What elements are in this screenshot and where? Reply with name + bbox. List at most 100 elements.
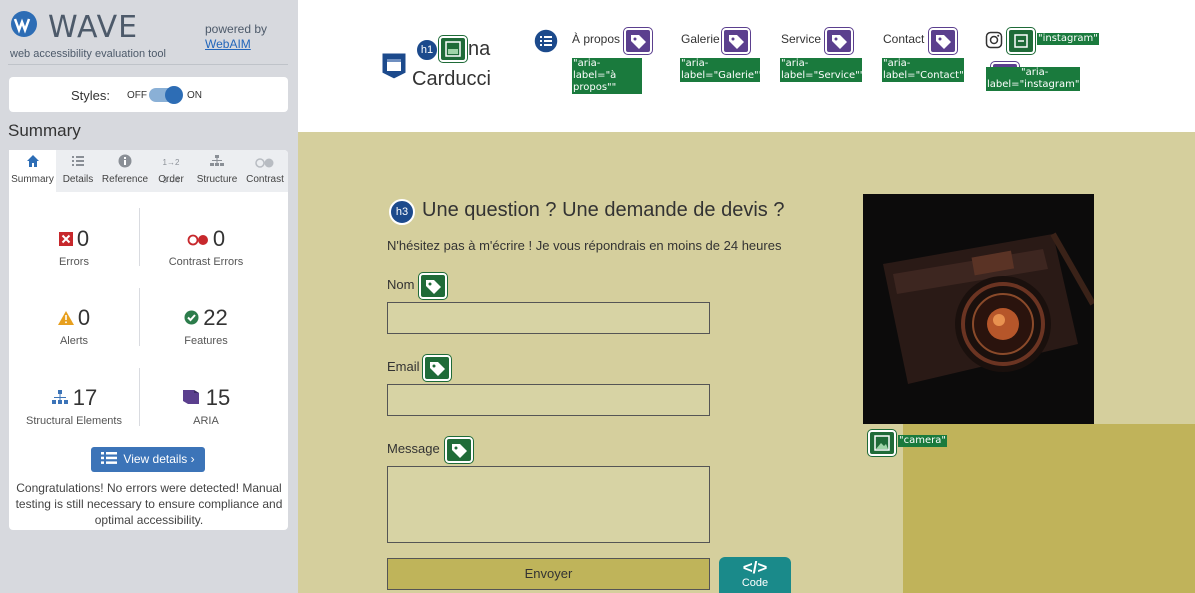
instagram-alt-text: "instagram"	[1037, 33, 1099, 45]
nom-input[interactable]	[387, 302, 710, 334]
email-input[interactable]	[387, 384, 710, 416]
styles-on-label: ON	[187, 90, 202, 101]
stat-contrast-errors[interactable]: 0 Contrast Errors	[141, 226, 271, 268]
tab-contrast-label: Contrast	[246, 174, 284, 185]
contrast-errors-count: 0	[212, 226, 226, 251]
styles-label: Styles:	[71, 88, 111, 103]
aria-tag-icon	[722, 28, 750, 54]
errors-count: 0	[76, 226, 90, 251]
alerts-label: Alerts	[59, 335, 89, 347]
aria-count: 15	[205, 385, 231, 410]
message-textarea[interactable]	[387, 466, 710, 543]
tab-details[interactable]: Details	[56, 150, 100, 192]
nav-link-service[interactable]: Service	[781, 32, 821, 46]
aria-label-apropos: "aria-label="à propos""	[572, 58, 642, 94]
aria-tag-icon	[929, 28, 957, 54]
nom-label: Nom	[387, 277, 415, 292]
powered-by: powered by WebAIM	[205, 22, 267, 52]
h3-badge-label: h3	[395, 206, 409, 218]
congrats-message: Congratulations! No errors were detected…	[15, 481, 283, 527]
form-label-icon	[423, 355, 451, 381]
stat-errors[interactable]: 0 Errors	[9, 226, 139, 268]
wave-logo-text: WAVE	[48, 10, 139, 45]
divider	[139, 208, 140, 266]
summary-title: Summary	[8, 121, 81, 140]
site-logo-text-2: Carducci	[412, 68, 491, 90]
instagram-icon[interactable]	[985, 31, 1003, 49]
code-icon: </>	[742, 558, 768, 577]
send-button[interactable]: Envoyer	[387, 558, 710, 590]
tab-summary-label: Summary	[11, 174, 54, 185]
header-landmark-icon	[381, 52, 407, 80]
stat-alerts[interactable]: 0 Alerts	[9, 305, 139, 347]
tab-order-label: Order	[158, 174, 184, 185]
message-label: Message	[387, 441, 440, 456]
contrast-error-icon	[187, 234, 208, 246]
stat-structural[interactable]: 17 Structural Elements	[9, 385, 139, 427]
order-icon: 1→2 3→4	[162, 158, 180, 185]
wave-tagline: web accessibility evaluation tool	[10, 48, 166, 60]
h1-badge-icon: h1	[415, 38, 439, 62]
camera-photo	[863, 194, 1094, 424]
camera-image	[863, 194, 1094, 424]
home-icon	[9, 154, 56, 172]
tab-bar: Summary Details Reference 1→23→4 Order	[9, 150, 288, 192]
aria-label-instagram: "aria-label="instagram""	[986, 67, 1085, 91]
nav-link-apropos[interactable]: À propos	[572, 32, 620, 46]
link-alt-icon	[1007, 28, 1035, 54]
aria-label: ARIA	[193, 415, 219, 427]
h3-badge-icon: h3	[389, 199, 415, 225]
h1-badge-label: h1	[420, 44, 434, 56]
structure-icon	[192, 154, 242, 172]
tab-reference[interactable]: Reference	[100, 150, 150, 192]
features-count: 22	[203, 305, 228, 330]
image-alt-icon	[439, 36, 467, 62]
divider	[139, 368, 140, 426]
structural-label: Structural Elements	[26, 415, 122, 427]
webaim-link[interactable]: WebAIM	[205, 37, 251, 51]
nav-link-galerie[interactable]: Galerie	[681, 32, 720, 46]
aria-label-galerie: "aria-label="Galerie""	[680, 58, 764, 82]
tab-structure[interactable]: Structure	[192, 150, 242, 192]
form-label-icon	[419, 273, 447, 299]
camera-alt-text: "camera"	[898, 435, 947, 447]
powered-by-text: powered by	[205, 22, 268, 36]
divider	[8, 64, 288, 65]
tab-reference-label: Reference	[101, 174, 149, 185]
error-icon	[58, 232, 73, 246]
list-icon	[56, 154, 100, 172]
stat-features[interactable]: 22 Features	[141, 305, 271, 347]
alert-icon	[57, 311, 74, 325]
aria-tag-icon	[624, 28, 652, 54]
tab-contrast[interactable]: Contrast	[242, 150, 288, 192]
email-label: Email	[387, 359, 420, 374]
features-label: Features	[184, 335, 228, 347]
styles-toggle[interactable]	[149, 86, 183, 104]
aria-tag-icon	[825, 28, 853, 54]
structure-icon	[51, 390, 68, 404]
form-label-icon	[445, 437, 473, 463]
code-label: Code	[741, 577, 769, 589]
feature-icon	[184, 310, 199, 325]
toggle-knob	[165, 86, 183, 104]
code-toggle-button[interactable]: </> Code	[719, 557, 791, 593]
section-subtext: N'hésitez pas à m'écrire ! Je vous répon…	[387, 238, 782, 253]
image-alt-icon	[868, 430, 896, 456]
site-logo-text-1: na	[468, 38, 491, 60]
tab-summary[interactable]: Summary	[9, 150, 56, 192]
aria-label-contact: "aria-label="Contact""	[882, 58, 969, 82]
alerts-count: 0	[77, 305, 91, 330]
tab-structure-label: Structure	[196, 174, 238, 185]
info-icon	[100, 154, 150, 172]
tab-order[interactable]: 1→2 3→4 Order	[150, 150, 192, 192]
nav-link-contact[interactable]: Contact	[883, 32, 924, 46]
decorative-block	[903, 424, 1195, 593]
aria-label-service: "aria-label="Service""	[780, 58, 865, 82]
stat-aria[interactable]: 15 ARIA	[141, 385, 271, 427]
structural-count: 17	[72, 385, 98, 410]
wave-sidebar: WAVE web accessibility evaluation tool p…	[0, 0, 298, 593]
errors-label: Errors	[59, 256, 89, 268]
contrast-errors-label: Contrast Errors	[168, 256, 244, 268]
view-details-button[interactable]: View details ›	[91, 447, 205, 472]
styles-toggle-box: Styles: OFF ON	[9, 77, 288, 112]
